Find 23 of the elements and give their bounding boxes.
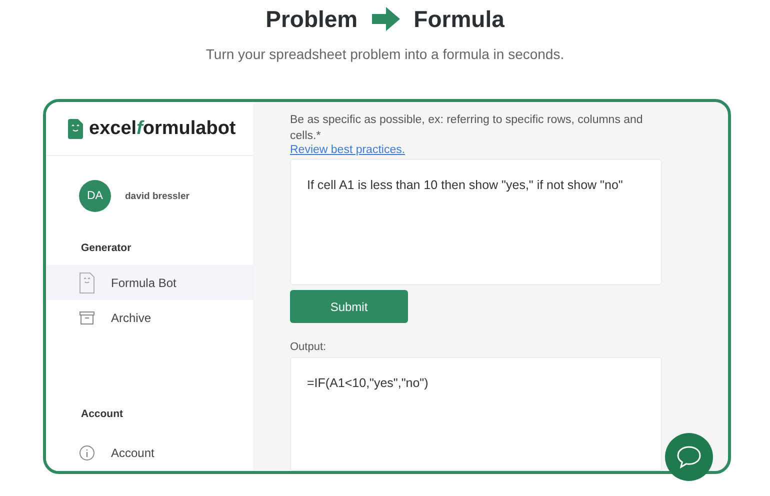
user-avatar[interactable]: DA <box>79 180 111 212</box>
output-field[interactable]: =IF(A1<10,"yes","no") <box>290 356 662 471</box>
logo-text: excelformulabot <box>89 118 236 140</box>
sidebar-item[interactable]: Account <box>46 436 253 471</box>
logo-icon <box>68 118 83 138</box>
section-heading: Account <box>80 408 124 420</box>
archive-icon <box>79 310 95 325</box>
section-heading: Generator <box>80 242 132 254</box>
user-name: david bressler <box>125 190 190 202</box>
best-practices-link[interactable]: Review best practices. <box>290 144 406 156</box>
headline-word: Problem <box>266 6 358 32</box>
subtitle: Turn your spreadsheet problem into a formula in seconds. <box>204 46 566 64</box>
sidebar-item[interactable]: Formula Bot <box>46 265 253 300</box>
speech-bubble-icon <box>676 445 702 469</box>
info-icon <box>79 445 95 462</box>
submit-button[interactable]: Submit <box>290 290 408 323</box>
headline-word: Formula <box>414 6 504 32</box>
sidebar-item[interactable]: Archive <box>46 300 253 336</box>
document-face-icon <box>79 272 95 294</box>
arrow-icon <box>372 7 400 31</box>
output-label: Output: <box>290 340 326 353</box>
instructions-text: Be as specific as possible, ex: referring to specific rows, columns and cells.* <box>290 113 644 144</box>
problem-field[interactable]: If cell A1 is less than 10 then show "yes," if not show "no" <box>290 159 662 286</box>
